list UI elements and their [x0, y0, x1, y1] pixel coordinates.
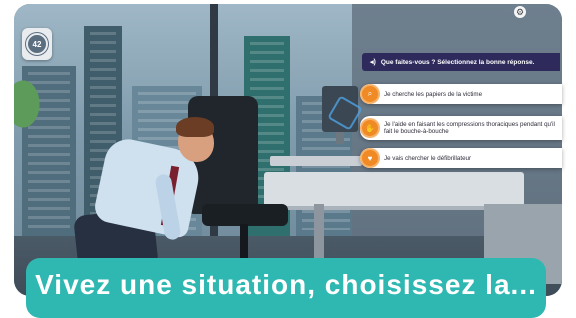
timer-value: 42: [26, 33, 48, 55]
answer-option-1[interactable]: ⌕ Je cherche les papiers de la victime: [360, 84, 562, 104]
answer-text: Je vais chercher le défibrillateur: [384, 154, 472, 162]
hands-icon: ✋: [362, 120, 378, 136]
desk: [264, 172, 524, 206]
answer-option-3[interactable]: ♥ Je vais chercher le défibrillateur: [360, 148, 562, 168]
stopwatch-icon: 42: [22, 28, 52, 60]
headline-banner: Vivez une situation, choisissez la...: [26, 258, 546, 318]
answer-option-2[interactable]: ✋ Je l'aide en faisant les compressions …: [360, 116, 562, 140]
heart-icon: ♥: [362, 150, 378, 166]
plant: [14, 74, 44, 134]
speaker-icon[interactable]: ◂): [370, 58, 376, 66]
desk-shelf: [270, 156, 362, 166]
character-hair: [176, 117, 214, 137]
question-prompt: ◂) Que faites-vous ? Sélectionnez la bon…: [362, 53, 560, 71]
office-chair-seat: [202, 204, 288, 226]
answer-text: Je cherche les papiers de la victime: [384, 90, 483, 98]
search-icon: ⌕: [362, 86, 378, 102]
answer-text: Je l'aide en faisant les compressions th…: [384, 121, 555, 135]
banner-text: Vivez une situation, choisissez la...: [35, 269, 537, 300]
question-text: Que faites-vous ? Sélectionnez la bonne …: [380, 58, 535, 66]
gear-icon[interactable]: ⚙: [514, 6, 526, 18]
